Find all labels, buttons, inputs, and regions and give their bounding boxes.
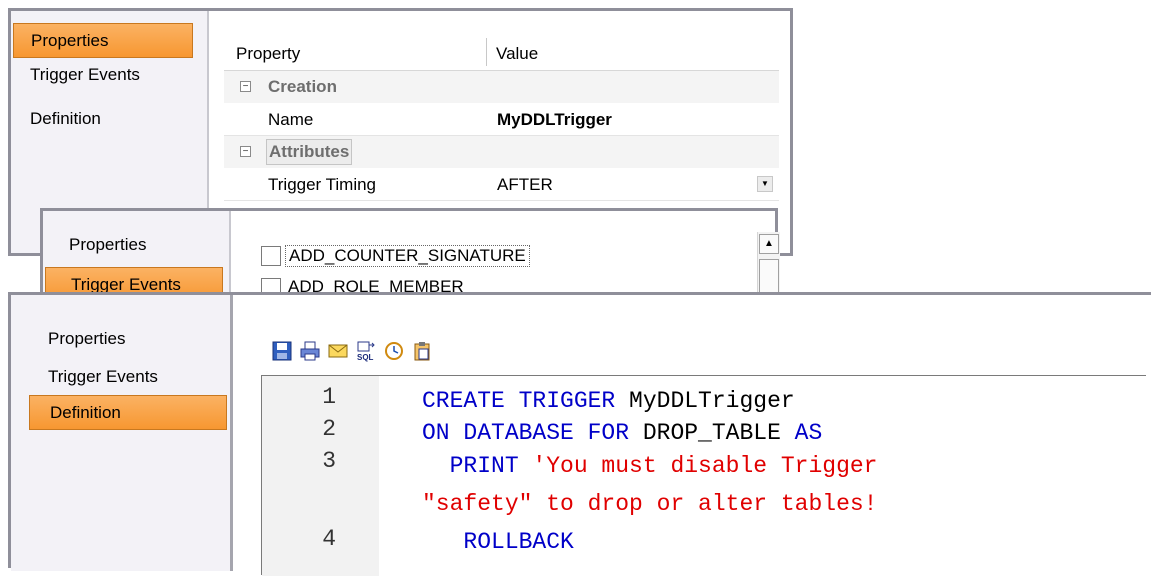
trigger-events-panel-nav: Properties Trigger Events xyxy=(43,211,231,305)
sql-keyword: ROLLBACK xyxy=(422,529,574,555)
sql-export-icon[interactable]: SQL xyxy=(355,340,377,362)
code-line-3[interactable]: PRINT 'You must disable Trigger xyxy=(422,453,878,479)
sql-keyword: AS xyxy=(780,420,823,446)
collapse-icon[interactable]: − xyxy=(240,81,251,92)
property-value-name[interactable]: MyDDLTrigger xyxy=(497,110,612,130)
list-item[interactable]: ADD_COUNTER_SIGNATURE xyxy=(258,242,753,268)
property-row-trigger-timing[interactable]: Trigger Timing AFTER ▼ xyxy=(224,168,779,201)
definition-panel: Properties Trigger Events Definition SQL xyxy=(8,292,1151,576)
schedule-icon[interactable] xyxy=(383,340,405,362)
property-grid: Property Value − Creation Name MyDDLTrig… xyxy=(224,34,779,201)
nav-item-definition[interactable]: Definition xyxy=(30,109,101,129)
code-line-2[interactable]: ON DATABASE FOR DROP_TABLE AS xyxy=(422,420,822,446)
save-icon[interactable] xyxy=(271,340,293,362)
paste-icon[interactable] xyxy=(411,340,433,362)
sql-identifier: MyDDLTrigger xyxy=(629,388,795,414)
dropdown-arrow-icon[interactable]: ▼ xyxy=(757,176,773,192)
svg-text:SQL: SQL xyxy=(357,353,374,362)
line-number: 2 xyxy=(322,416,336,442)
nav-item-trigger-events[interactable]: Trigger Events xyxy=(30,65,140,85)
sql-string: 'You must disable Trigger xyxy=(532,453,878,479)
property-row-name[interactable]: Name MyDDLTrigger xyxy=(224,103,779,136)
event-label[interactable]: ADD_COUNTER_SIGNATURE xyxy=(285,245,530,267)
nav-item-properties[interactable]: Properties xyxy=(48,329,125,349)
code-line-3-wrap[interactable]: "safety" to drop or alter tables! xyxy=(422,491,877,517)
group-row-creation[interactable]: − Creation xyxy=(224,71,779,103)
sql-identifier: DROP_TABLE xyxy=(642,420,781,446)
line-number-gutter: 1 2 3 4 xyxy=(262,376,379,576)
trigger-timing-select[interactable]: AFTER xyxy=(497,175,553,195)
nav-item-properties[interactable]: Properties xyxy=(69,235,146,255)
scroll-up-icon[interactable]: ▲ xyxy=(759,234,779,254)
code-line-1[interactable]: CREATE TRIGGER MyDDLTrigger xyxy=(422,388,795,414)
event-checkbox[interactable] xyxy=(261,246,281,266)
collapse-icon[interactable]: − xyxy=(240,146,251,157)
email-icon[interactable] xyxy=(327,340,349,362)
print-icon[interactable] xyxy=(299,340,321,362)
line-number: 4 xyxy=(322,526,336,552)
column-header-value[interactable]: Value xyxy=(496,44,538,64)
property-key-name: Name xyxy=(268,110,314,129)
property-key-trigger-timing: Trigger Timing xyxy=(268,175,377,194)
sql-keyword: CREATE TRIGGER xyxy=(422,388,630,414)
sql-keyword: ON DATABASE FOR xyxy=(422,420,643,446)
column-divider[interactable] xyxy=(486,38,487,66)
property-grid-header: Property Value xyxy=(224,34,779,71)
definition-panel-nav: Properties Trigger Events Definition xyxy=(11,295,233,571)
line-number: 1 xyxy=(322,384,336,410)
column-header-property[interactable]: Property xyxy=(236,44,300,64)
sql-string: "safety" to drop or alter tables! xyxy=(422,491,878,517)
nav-item-properties[interactable]: Properties xyxy=(13,23,193,58)
nav-item-definition[interactable]: Definition xyxy=(29,395,227,430)
sql-keyword: PRINT xyxy=(422,453,533,479)
group-label-attributes: Attributes xyxy=(266,139,353,165)
group-row-attributes[interactable]: − Attributes xyxy=(224,136,779,168)
nav-item-trigger-events[interactable]: Trigger Events xyxy=(48,367,158,387)
group-label-creation: Creation xyxy=(268,77,337,96)
line-number: 3 xyxy=(322,448,336,474)
code-line-4[interactable]: ROLLBACK xyxy=(422,529,574,555)
sql-editor[interactable]: 1 2 3 4 CREATE TRIGGER MyDDLTrigger ON D… xyxy=(261,375,1146,576)
